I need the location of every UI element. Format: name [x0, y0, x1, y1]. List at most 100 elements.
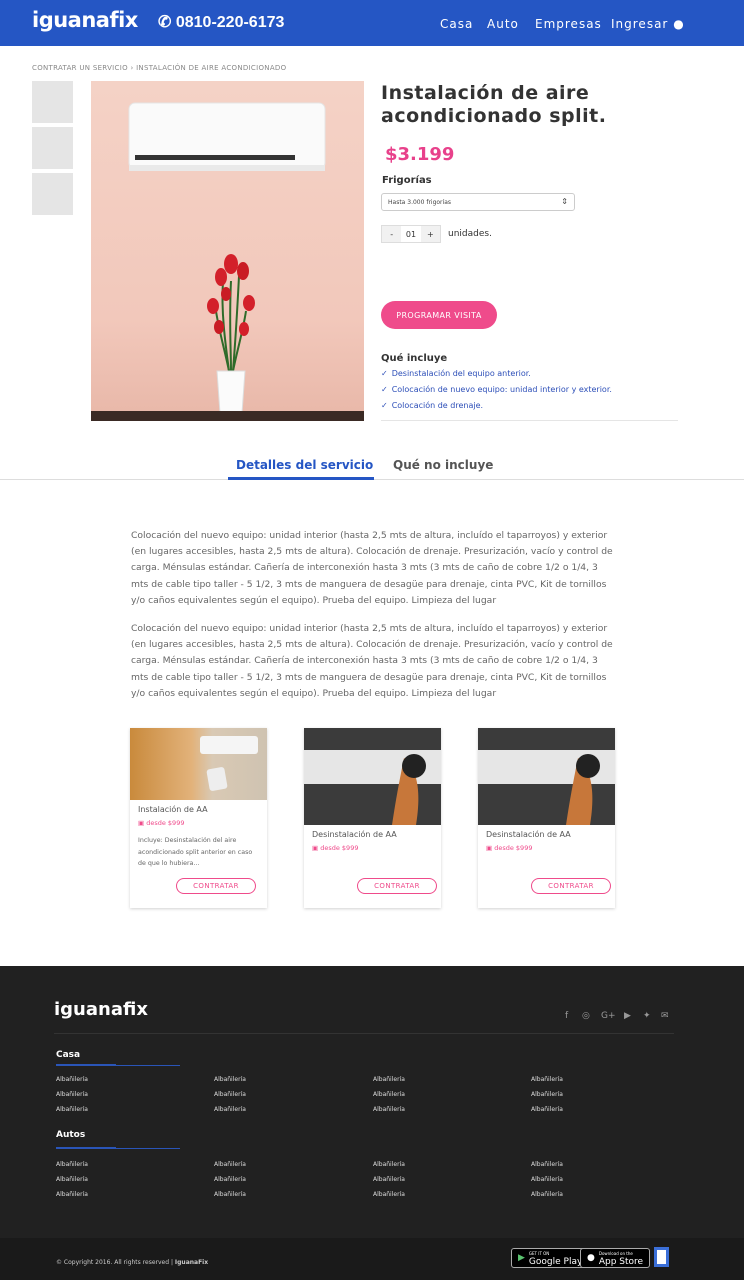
footer-link[interactable]: Albañilería [214, 1191, 246, 1198]
youtube-icon[interactable]: ▶ [624, 1011, 631, 1021]
section-underline-accent [56, 1064, 116, 1066]
list-item: ✓ Colocación de drenaje. [381, 401, 612, 417]
footer-link[interactable]: Albañilería [214, 1076, 246, 1083]
quantity-value[interactable]: 01 [401, 226, 421, 242]
twitter-icon[interactable]: ✦ [643, 1011, 651, 1021]
thumbnail[interactable] [32, 173, 73, 215]
tab-detalles[interactable]: Detalles del servicio [236, 458, 373, 472]
footer-logo[interactable]: iguanafix [54, 999, 148, 1020]
product-title: Instalación de aire acondicionado split. [381, 82, 607, 127]
logo[interactable]: iguanafix [32, 8, 138, 32]
top-navbar: iguanafix ✆ 0810-220-6173 Casa Auto Empr… [0, 0, 744, 46]
select-arrows-icon: ⇕ [561, 197, 568, 206]
copyright-brand: IguanaFix [174, 1259, 209, 1266]
nav-casa[interactable]: Casa [440, 17, 473, 31]
mail-icon[interactable]: ✉ [661, 1011, 669, 1021]
card-title: Instalación de AA [138, 805, 208, 814]
product-image [91, 81, 364, 421]
contract-button[interactable]: CONTRATAR [357, 878, 437, 894]
service-card[interactable]: Desinstalación de AA ▣ desde $999 CONTRA… [304, 728, 441, 908]
increment-button[interactable]: + [420, 226, 440, 242]
service-card[interactable]: Instalación de AA ▣ desde $999 Incluye: … [130, 728, 267, 908]
card-price-label: desde $999 [320, 844, 359, 852]
footer-link[interactable]: Albañilería [214, 1106, 246, 1113]
facebook-icon[interactable]: f [565, 1011, 568, 1021]
section-underline-accent [56, 1147, 116, 1149]
footer-bottom-bar: © Copyright 2016. All rights reserved | … [0, 1238, 744, 1280]
thumbnail[interactable] [32, 81, 73, 123]
card-title: Desinstalación de AA [312, 830, 397, 839]
footer-section-title: Casa [56, 1050, 81, 1060]
contract-button[interactable]: CONTRATAR [531, 878, 611, 894]
decrement-button[interactable]: - [382, 226, 402, 242]
footer-link[interactable]: Albañilería [531, 1106, 563, 1113]
details-paragraph: Colocación del nuevo equipo: unidad inte… [131, 530, 613, 606]
card-price: ▣ desde $999 [312, 844, 358, 852]
user-icon: ● [673, 17, 685, 31]
footer-link[interactable]: Albañilería [373, 1076, 405, 1083]
qr-code-icon[interactable] [654, 1247, 669, 1267]
thumbnail[interactable] [32, 127, 73, 169]
nav-auto[interactable]: Auto [487, 17, 519, 31]
nav-empresas[interactable]: Empresas [535, 17, 602, 31]
nav-ingresar[interactable]: Ingresar ● [611, 17, 685, 31]
footer-link[interactable]: Albañilería [56, 1191, 88, 1198]
card-price-label: desde $999 [494, 844, 533, 852]
footer-link[interactable]: Albañilería [373, 1106, 405, 1113]
phone-number[interactable]: ✆ 0810-220-6173 [158, 12, 284, 32]
card-image [304, 728, 441, 825]
nav-ingresar-label: Ingresar [611, 17, 669, 31]
footer-link[interactable]: Albañilería [373, 1191, 405, 1198]
card-price-label: desde $999 [146, 819, 185, 827]
footer-link[interactable]: Albañilería [531, 1076, 563, 1083]
app-store-badge[interactable]: ● Download on the App Store [580, 1248, 651, 1268]
card-description: Incluye: Desinstalación del aire acondic… [138, 837, 253, 867]
breadcrumb-item[interactable]: CONTRATAR UN SERVICIO [32, 64, 128, 72]
footer-link[interactable]: Albañilería [214, 1176, 246, 1183]
frigorias-value: Hasta 3.000 frigorías [388, 199, 451, 206]
card-price: ▣ desde $999 [138, 819, 184, 827]
footer-link[interactable]: Albañilería [214, 1161, 246, 1168]
breadcrumb-item[interactable]: INSTALACIÓN DE AIRE ACONDICIONADO [136, 64, 286, 72]
tab-no-incluye[interactable]: Qué no incluye [393, 458, 493, 472]
footer-link[interactable]: Albañilería [56, 1176, 88, 1183]
footer-link[interactable]: Albañilería [531, 1161, 563, 1168]
contract-button[interactable]: CONTRATAR [176, 878, 256, 894]
footer-link[interactable]: Albañilería [373, 1161, 405, 1168]
footer-link[interactable]: Albañilería [56, 1161, 88, 1168]
frigorias-label: Frigorías [382, 175, 432, 186]
footer-link[interactable]: Albañilería [373, 1091, 405, 1098]
footer-link[interactable]: Albañilería [56, 1106, 88, 1113]
apple-icon: ● [587, 1253, 595, 1263]
footer: iguanafix f ◎ G+ ▶ ✦ ✉ Casa Autos Albañi… [0, 966, 744, 1280]
footer-section-title: Autos [56, 1130, 86, 1140]
card-title: Desinstalación de AA [486, 830, 571, 839]
includes-title: Qué incluye [381, 353, 448, 364]
breadcrumb: CONTRATAR UN SERVICIO › INSTALACIÓN DE A… [32, 64, 286, 72]
instagram-icon[interactable]: ◎ [582, 1011, 590, 1021]
copyright-text: © Copyright 2016. All rights reserved | [56, 1259, 173, 1266]
service-card[interactable]: Desinstalación de AA ▣ desde $999 CONTRA… [478, 728, 615, 908]
footer-link[interactable]: Albañilería [56, 1076, 88, 1083]
footer-link[interactable]: Albañilería [531, 1091, 563, 1098]
footer-link[interactable]: Albañilería [531, 1191, 563, 1198]
includes-list: ✓ Desinstalación del equipo anterior. ✓ Co… [381, 369, 612, 417]
footer-link[interactable]: Albañilería [56, 1091, 88, 1098]
check-icon: ✓ [381, 369, 388, 378]
quantity-stepper: - 01 + [381, 225, 441, 243]
check-icon: ✓ [381, 385, 388, 394]
frigorias-select[interactable]: Hasta 3.000 frigorías ⇕ [381, 193, 575, 211]
include-text: Colocación de nuevo equipo: unidad inter… [391, 385, 612, 394]
check-icon: ✓ [381, 401, 388, 410]
google-plus-icon[interactable]: G+ [601, 1011, 616, 1021]
play-icon: ▶ [518, 1253, 525, 1263]
footer-link[interactable]: Albañilería [373, 1176, 405, 1183]
schedule-visit-button[interactable]: PROGRAMAR VISITA [381, 301, 497, 329]
footer-link[interactable]: Albañilería [531, 1176, 563, 1183]
app-store-text: Download on the App Store [598, 1250, 644, 1267]
google-play-badge[interactable]: ▶ GET IT ON Google Play [511, 1248, 590, 1268]
footer-link[interactable]: Albañilería [214, 1091, 246, 1098]
app-store-label: App Store [598, 1257, 644, 1267]
list-item: ✓ Desinstalación del equipo anterior. [381, 369, 612, 385]
divider [381, 420, 678, 421]
